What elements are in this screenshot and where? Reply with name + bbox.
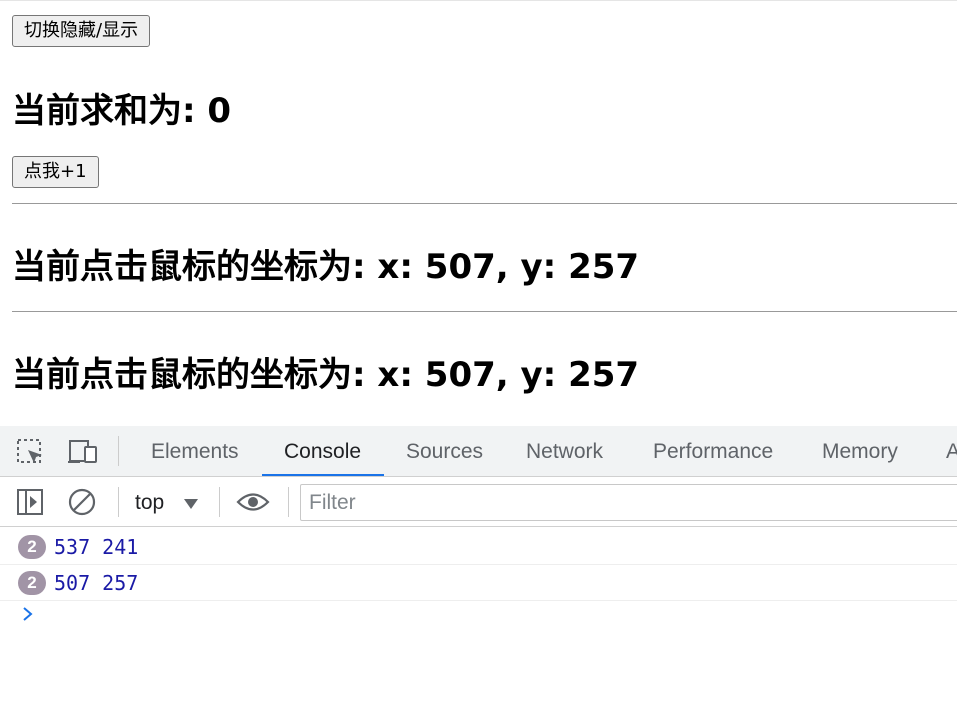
toolbar-separator bbox=[219, 487, 220, 517]
console-prompt-icon[interactable] bbox=[20, 606, 36, 622]
tab-sources[interactable]: Sources bbox=[406, 426, 483, 476]
toolbar-separator bbox=[288, 487, 289, 517]
console-log-text: 537 241 bbox=[54, 535, 139, 559]
page-content: 切换隐藏/显示 当前求和为: 0 点我+1 当前点击鼠标的坐标为: x: 507… bbox=[0, 0, 957, 426]
devtools-panel: Elements Console Sources Network Perform… bbox=[0, 426, 957, 707]
sidebar-toggle-icon[interactable] bbox=[16, 488, 44, 516]
device-toolbar-icon[interactable] bbox=[67, 438, 97, 466]
console-toolbar: top bbox=[0, 477, 957, 527]
mouse-coord-heading: 当前点击鼠标的坐标为: x: 507, y: 257 bbox=[12, 355, 640, 395]
inspect-element-icon[interactable] bbox=[16, 438, 44, 466]
tab-performance[interactable]: Performance bbox=[653, 426, 773, 476]
eye-icon[interactable] bbox=[236, 489, 270, 517]
filter-field[interactable] bbox=[300, 484, 957, 521]
toolbar-separator bbox=[118, 436, 119, 466]
clear-console-icon[interactable] bbox=[68, 488, 96, 516]
devtools-tab-bar: Elements Console Sources Network Perform… bbox=[0, 426, 957, 477]
sum-heading: 当前求和为: 0 bbox=[12, 91, 232, 131]
tab-memory[interactable]: Memory bbox=[822, 426, 898, 476]
tab-network[interactable]: Network bbox=[526, 426, 603, 476]
divider bbox=[12, 311, 957, 312]
console-log-row: 2 507 257 bbox=[0, 565, 957, 601]
console-log-row: 2 537 241 bbox=[0, 529, 957, 565]
tab-elements[interactable]: Elements bbox=[151, 426, 239, 476]
console-log-text: 507 257 bbox=[54, 571, 139, 595]
repeat-count-badge: 2 bbox=[18, 535, 46, 559]
divider bbox=[12, 203, 957, 204]
repeat-count-badge: 2 bbox=[18, 571, 46, 595]
tab-console[interactable]: Console bbox=[284, 426, 361, 476]
mouse-coord-heading: 当前点击鼠标的坐标为: x: 507, y: 257 bbox=[12, 247, 640, 287]
filter-input[interactable] bbox=[301, 485, 957, 520]
active-tab-indicator bbox=[262, 474, 384, 476]
chevron-down-icon[interactable] bbox=[183, 495, 199, 509]
tab-overflow[interactable]: A bbox=[946, 426, 957, 476]
increment-button[interactable]: 点我+1 bbox=[12, 156, 99, 188]
toolbar-separator bbox=[118, 487, 119, 517]
context-selector[interactable]: top bbox=[135, 477, 164, 527]
toggle-visibility-button[interactable]: 切换隐藏/显示 bbox=[12, 15, 151, 47]
